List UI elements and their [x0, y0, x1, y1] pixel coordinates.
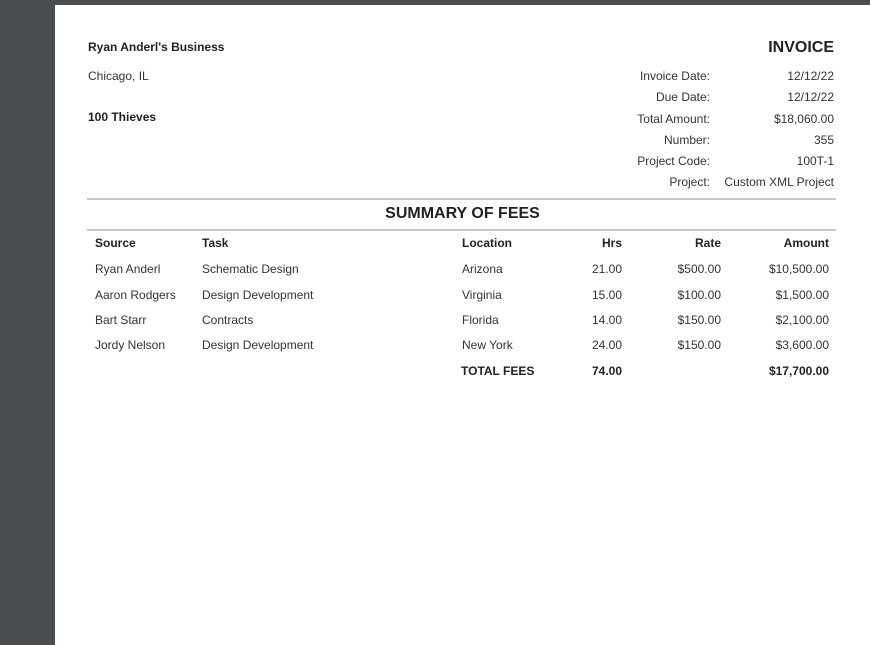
table-row-4-amount: $3,600.00: [775, 338, 829, 352]
invoice-title: INVOICE: [768, 39, 834, 56]
table-row-1-hrs: 21.00: [591, 262, 622, 276]
table-row-2-task: Design Development: [202, 288, 314, 302]
total-fees-label: TOTAL FEES: [461, 364, 535, 378]
table-row-4-task: Design Development: [202, 338, 314, 352]
table-row-3-hrs: 14.00: [591, 313, 622, 327]
table-row-1-location: Arizona: [462, 262, 503, 276]
table-row-4-hrs: 24.00: [591, 338, 622, 352]
table-row-3-location: Florida: [462, 313, 499, 327]
table-row-1-source: Ryan Anderl: [95, 262, 161, 276]
col-header-location: Location: [462, 236, 512, 250]
col-header-rate: Rate: [694, 236, 721, 250]
table-row-2-source: Aaron Rodgers: [95, 288, 176, 302]
table-row-2-hrs: 15.00: [591, 288, 622, 302]
divider-top: [87, 198, 836, 200]
business-name: Ryan Anderl's Business: [88, 40, 225, 54]
table-row-3-task: Contracts: [202, 313, 254, 327]
col-header-amount: Amount: [783, 236, 829, 250]
divider-bottom: [87, 229, 836, 231]
table-row-2-location: Virginia: [462, 288, 502, 302]
table-row-3-amount: $2,100.00: [775, 313, 829, 327]
table-row-4-location: New York: [462, 338, 513, 352]
table-row-3-rate: $150.00: [677, 313, 721, 327]
project-code-label: Project Code:: [637, 154, 710, 168]
invoice-date-label: Invoice Date:: [639, 69, 710, 83]
invoice-page: Ryan Anderl's Business Chicago, IL 100 T…: [55, 5, 870, 645]
table-row-1-task: Schematic Design: [202, 262, 299, 276]
table-row-2-amount: $1,500.00: [775, 288, 829, 302]
table-row-3-source: Bart Starr: [95, 313, 147, 327]
col-header-source: Source: [95, 236, 136, 250]
table-row-4-rate: $150.00: [677, 338, 721, 352]
invoice-date-value: 12/12/22: [787, 69, 834, 83]
due-date-value: 12/12/22: [787, 90, 834, 104]
project-code-value: 100T-1: [796, 154, 834, 168]
project-value: Custom XML Project: [724, 175, 834, 189]
due-date-label: Due Date:: [655, 90, 710, 104]
total-amount-value: $18,060.00: [773, 112, 834, 126]
project-label: Project:: [669, 175, 710, 189]
col-header-task: Task: [202, 236, 229, 250]
table-row-1-rate: $500.00: [677, 262, 721, 276]
client-name: 100 Thieves: [88, 110, 157, 124]
total-hrs: 74.00: [591, 364, 622, 378]
number-value: 355: [813, 133, 834, 147]
summary-title: SUMMARY OF FEES: [385, 205, 540, 222]
total-amount: $17,700.00: [768, 364, 829, 378]
col-header-hrs: Hrs: [601, 236, 622, 250]
table-row-4-source: Jordy Nelson: [95, 338, 166, 352]
table-row-1-amount: $10,500.00: [768, 262, 829, 276]
table-row-2-rate: $100.00: [677, 288, 721, 302]
total-amount-label: Total Amount:: [637, 112, 710, 126]
business-location: Chicago, IL: [88, 69, 149, 83]
number-label: Number:: [663, 133, 710, 147]
